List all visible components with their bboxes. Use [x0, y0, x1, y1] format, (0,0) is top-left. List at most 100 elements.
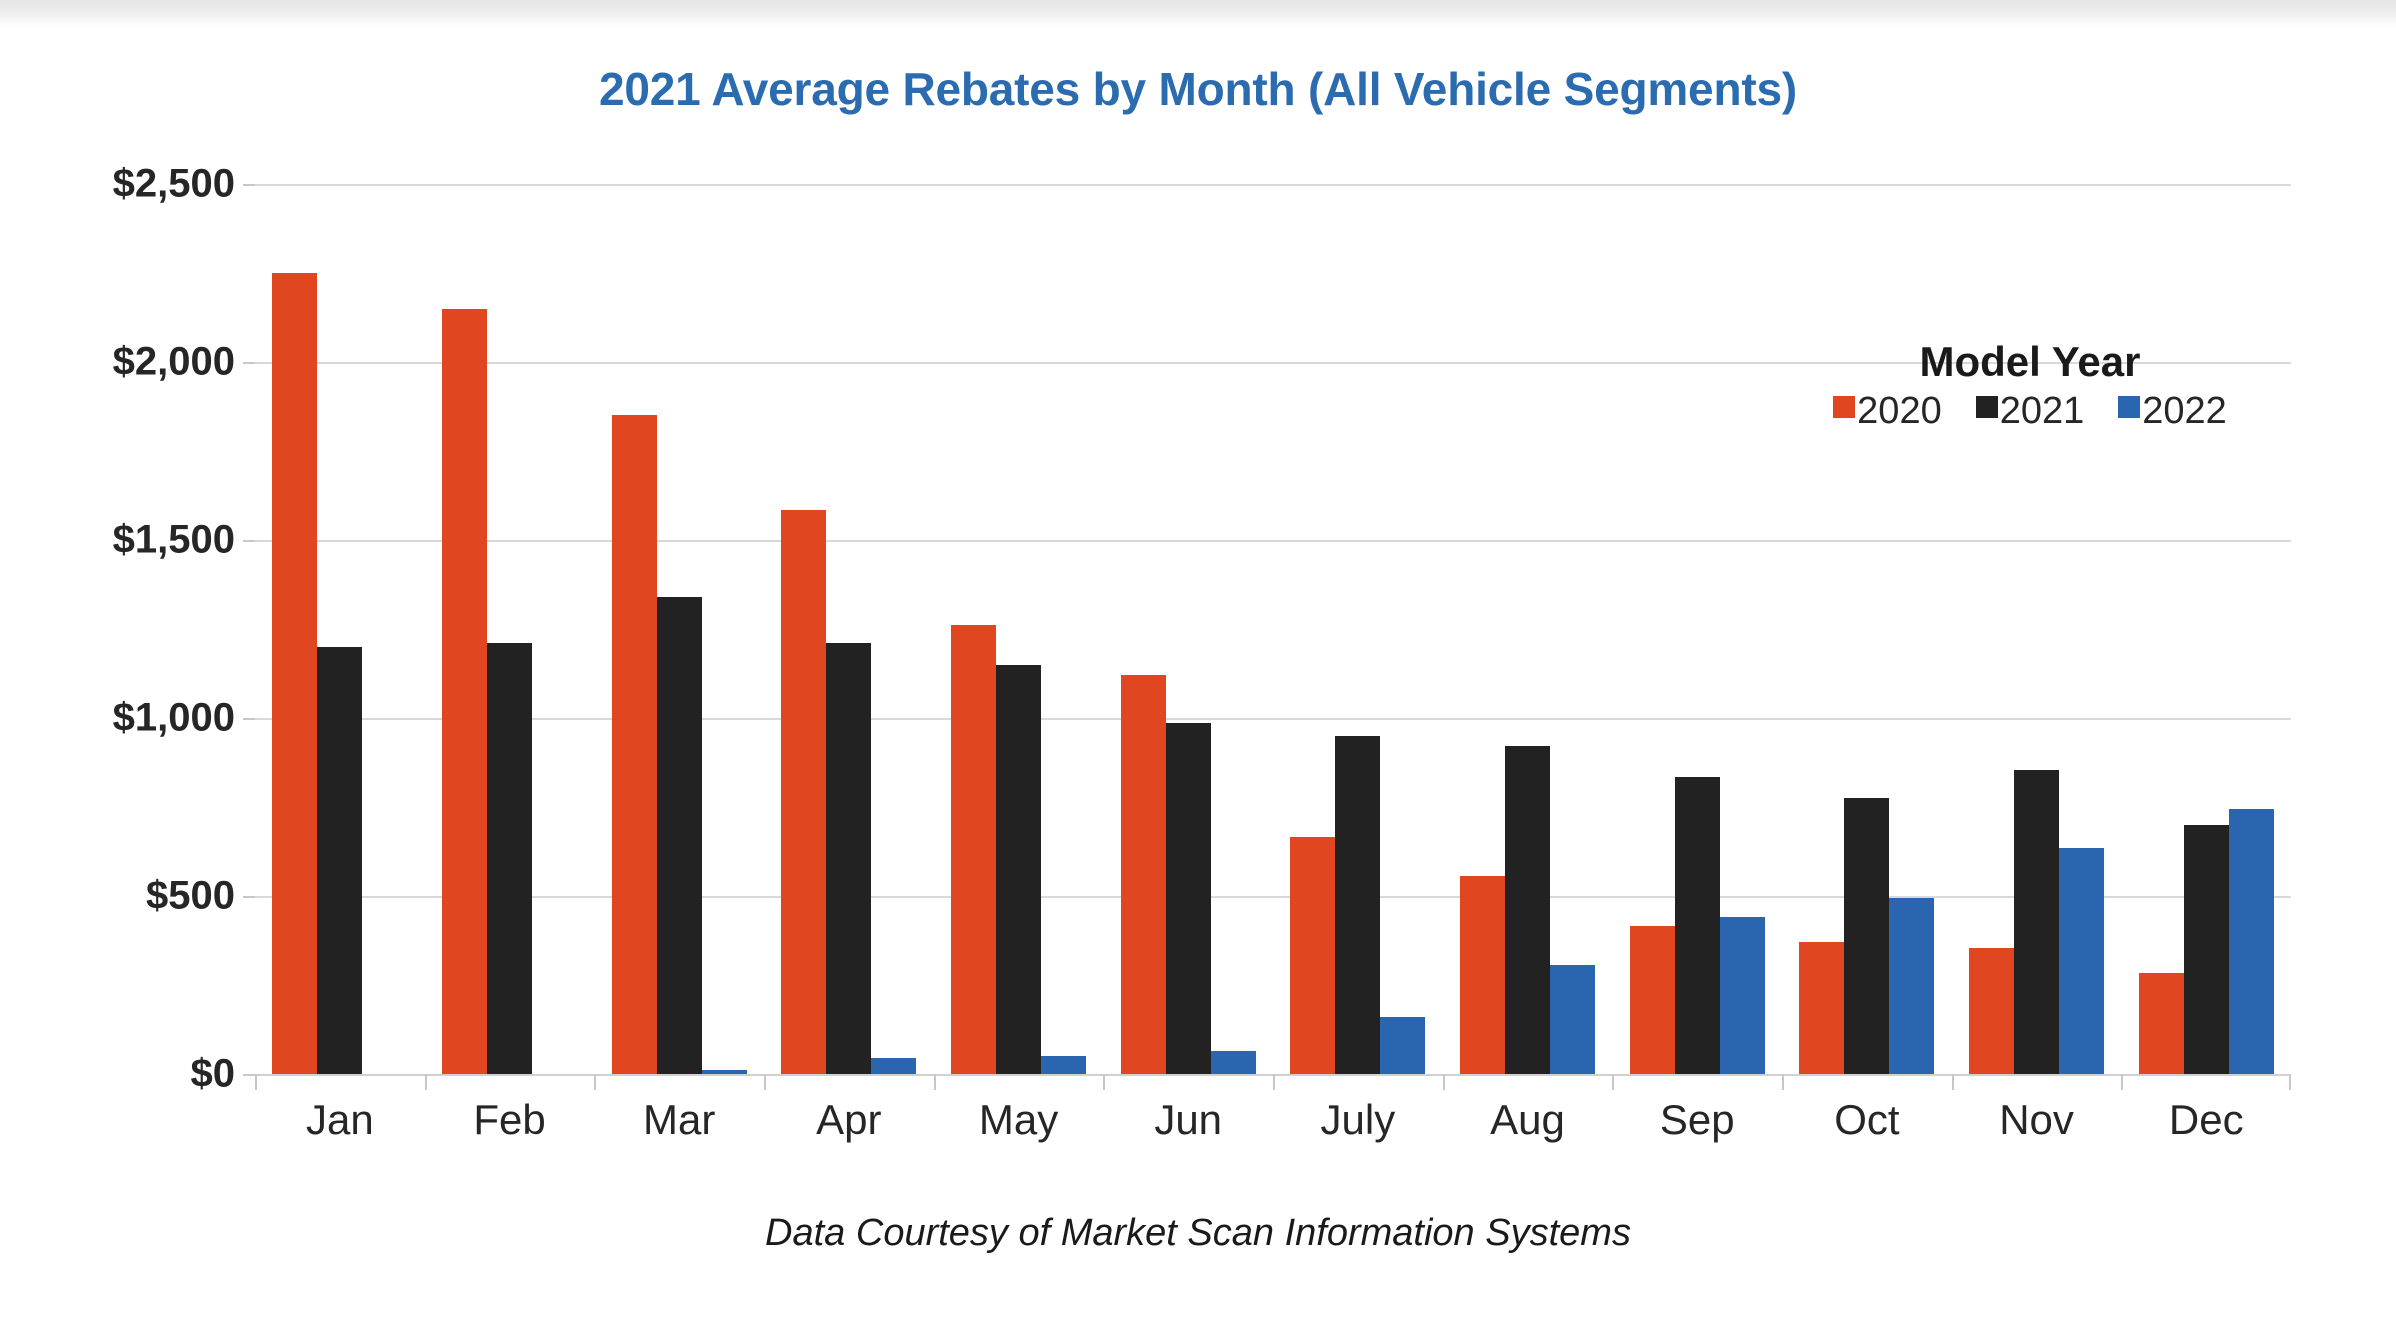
x-axis-tick [1782, 1074, 1952, 1090]
bar-2022-sep[interactable] [1719, 917, 1765, 1074]
y-axis-tick-mark [243, 362, 255, 364]
bar-group [255, 184, 425, 1074]
x-axis-tick-label: Feb [473, 1096, 546, 1143]
bar-2021-sep[interactable] [1674, 776, 1720, 1074]
y-axis-tick-mark [243, 184, 255, 186]
x-axis-tick-label: Jan [305, 1096, 374, 1143]
legend-item-label: 2020 [1857, 390, 1942, 432]
bar-2022-dec[interactable] [2228, 808, 2274, 1074]
y-axis-tick-label: $0 [190, 1051, 236, 1096]
x-axis-tick [1103, 1074, 1273, 1090]
bar-2021-jun[interactable] [1165, 723, 1211, 1074]
bar-2021-mar[interactable] [656, 596, 702, 1074]
bar-group [764, 184, 934, 1074]
legend-item-label: 2021 [1999, 390, 2085, 432]
bar-groups [255, 184, 2291, 1074]
bar-2020-july[interactable] [1290, 837, 1336, 1074]
legend-item-2020[interactable]: 2020 [1833, 392, 1942, 430]
bar-group [2121, 184, 2291, 1074]
bar-2021-apr[interactable] [826, 643, 872, 1074]
legend-swatch-icon [1833, 396, 1856, 418]
x-axis-tick-label: Sep [1659, 1096, 1735, 1143]
x-axis-tick [1951, 1074, 2122, 1090]
y-axis-tick-mark [243, 896, 255, 898]
bar-2020-jan[interactable] [272, 273, 318, 1074]
x-axis-tick-label: Aug [1490, 1096, 1565, 1143]
slide-top-band [0, 0, 2396, 26]
x-axis-tick-label: Dec [2168, 1096, 2244, 1143]
y-axis-tick-label: $2,000 [112, 339, 235, 384]
bar-group [1273, 184, 1443, 1074]
x-axis-tick-label: Jun [1154, 1096, 1223, 1143]
legend-swatch-icon [2118, 396, 2141, 418]
bar-2021-july[interactable] [1335, 735, 1381, 1074]
bar-2021-jan[interactable] [317, 646, 363, 1074]
bar-2020-mar[interactable] [611, 415, 657, 1074]
x-axis-tick-label: Oct [1834, 1096, 1900, 1143]
bar-2021-dec[interactable] [2183, 824, 2229, 1074]
bar-group [1952, 184, 2122, 1074]
bar-2021-nov[interactable] [2014, 769, 2060, 1074]
bar-2022-jun[interactable] [1210, 1050, 1256, 1074]
y-axis-tick-mark [243, 718, 255, 720]
bar-2020-sep[interactable] [1629, 926, 1675, 1074]
x-axis-tick-label: July [1320, 1096, 1396, 1143]
x-axis-tick [764, 1074, 934, 1090]
bar-2020-dec[interactable] [2138, 972, 2184, 1074]
bar-2020-oct[interactable] [1799, 942, 1845, 1074]
bar-2020-may[interactable] [951, 625, 997, 1074]
bar-2022-nov[interactable] [2059, 847, 2105, 1074]
bar-2020-nov[interactable] [1969, 947, 2015, 1074]
x-axis-tick [2121, 1074, 2291, 1090]
bar-2020-aug[interactable] [1460, 876, 1506, 1074]
bar-group [425, 184, 595, 1074]
page-title: 2021 Average Rebates by Month (All Vehic… [599, 63, 1797, 115]
x-axis-tick [255, 1074, 425, 1090]
x-axis-tick-label: May [978, 1096, 1059, 1143]
legend: Model Year 2020 2021 2022 [1810, 338, 2250, 430]
y-axis-tick-mark [243, 540, 255, 542]
bar-2020-feb[interactable] [442, 308, 487, 1074]
bar-group [1103, 184, 1273, 1074]
bar-2022-may[interactable] [1041, 1056, 1087, 1074]
bar-group [1612, 184, 1782, 1074]
bar-2022-oct[interactable] [1889, 897, 1935, 1074]
legend-item-label: 2022 [2142, 390, 2227, 432]
bar-2022-july[interactable] [1380, 1017, 1426, 1074]
bar-2021-oct[interactable] [1844, 798, 1890, 1074]
legend-items: 2020 2021 2022 [1810, 392, 2250, 430]
x-axis-tick [933, 1074, 1104, 1090]
plot-area [255, 184, 2291, 1076]
bar-group [1782, 184, 1952, 1074]
bar-group [1443, 184, 1613, 1074]
x-axis-tick [1442, 1074, 1613, 1090]
x-axis-tick [1273, 1074, 1443, 1090]
x-axis-tick [1612, 1074, 1782, 1090]
y-axis-tick-mark [243, 1074, 255, 1076]
y-axis-tick-label: $500 [146, 873, 235, 918]
y-axis-tick-label: $1,000 [112, 695, 235, 740]
bar-2021-may[interactable] [996, 664, 1042, 1074]
legend-item-2021[interactable]: 2021 [1975, 390, 2085, 432]
bar-2022-apr[interactable] [871, 1057, 917, 1074]
legend-item-2022[interactable]: 2022 [2118, 392, 2227, 430]
x-axis-tick-label: Nov [1999, 1096, 2074, 1143]
legend-title: Model Year [1919, 338, 2141, 385]
bar-2021-feb[interactable] [487, 643, 532, 1074]
bar-2020-jun[interactable] [1120, 675, 1166, 1074]
x-axis-labels: Jan Feb Mar Apr May Jun July Aug Sep Oct Nov Dec [255, 1096, 2291, 1144]
legend-swatch-icon [1975, 396, 1998, 418]
x-axis-tick-label: Apr [816, 1096, 882, 1143]
y-axis-tick-label: $1,500 [112, 517, 235, 562]
bar-2020-apr[interactable] [781, 509, 827, 1074]
chart-footnote: Data Courtesy of Market Scan Information… [765, 1212, 1631, 1254]
bar-2021-aug[interactable] [1505, 746, 1551, 1074]
bar-group [594, 184, 764, 1074]
x-axis-ticks [255, 1074, 2291, 1090]
bar-group [934, 184, 1104, 1074]
bar-2022-aug[interactable] [1550, 965, 1596, 1074]
x-axis-tick [594, 1074, 764, 1090]
chart-slide: 2021 Average Rebates by Month (All Vehic… [0, 0, 2396, 1344]
x-axis-tick [424, 1074, 595, 1090]
y-axis-tick-label: $2,500 [112, 161, 235, 206]
